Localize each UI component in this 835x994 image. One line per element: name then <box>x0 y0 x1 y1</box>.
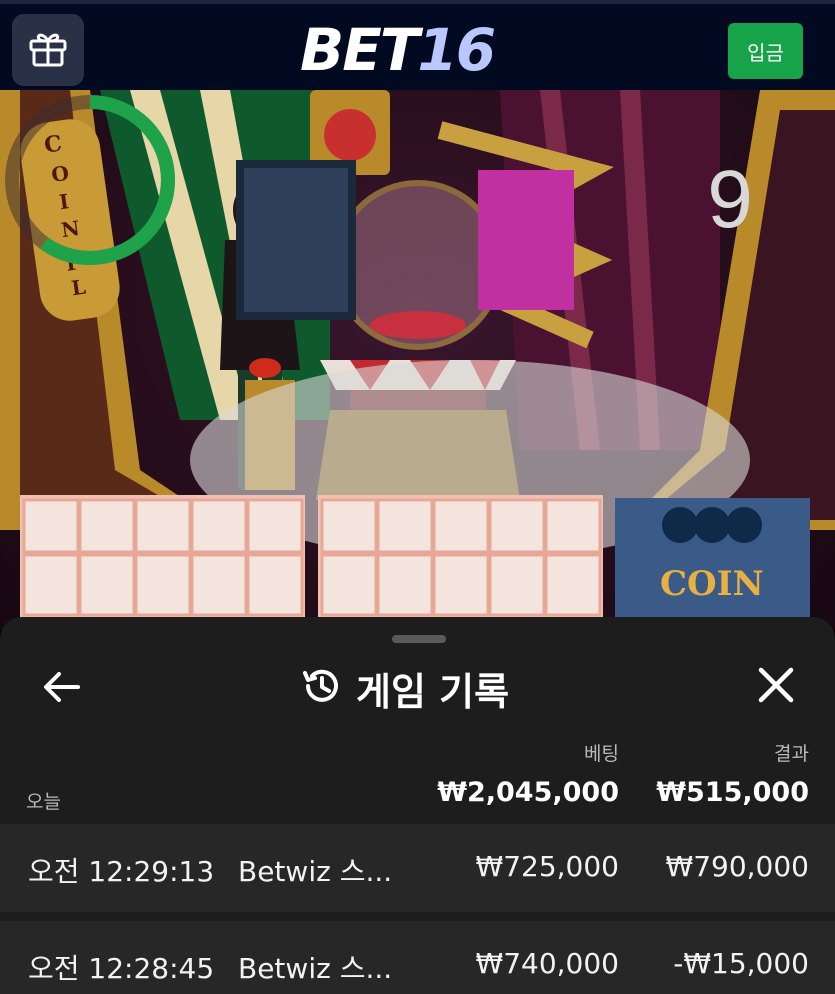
countdown-timer-ring <box>5 95 175 265</box>
close-button[interactable] <box>752 665 800 709</box>
coin-flip-ticket: COIN <box>615 498 810 630</box>
side-screen <box>478 170 574 310</box>
gift-icon <box>26 26 70 74</box>
row-bet: ₩740,000 <box>475 947 619 980</box>
logo-bet-text: BET <box>300 16 419 84</box>
bet-column-header: 베팅 <box>584 743 619 765</box>
cash-hunt-board <box>236 160 356 320</box>
row-result: ₩790,000 <box>665 850 809 883</box>
close-icon <box>757 666 795 708</box>
today-label: 오늘 <box>26 791 61 813</box>
live-game-video: C O I N F L COIN 9 <box>0 90 835 630</box>
today-total-result: ₩515,000 <box>656 777 809 808</box>
drag-handle[interactable] <box>392 635 446 643</box>
countdown-number: 9 <box>707 154 753 245</box>
back-button[interactable] <box>38 667 86 711</box>
panel-title: 게임 기록 <box>356 669 510 714</box>
row-time: 오전 12:29:13 <box>28 855 215 888</box>
today-total-bet: ₩2,045,000 <box>437 777 619 808</box>
history-row[interactable]: 오전 12:29:13 Betwiz 스... ₩725,000 ₩790,00… <box>0 824 835 912</box>
svg-text:COIN: COIN <box>660 564 764 604</box>
bet-board-middle <box>318 495 603 630</box>
game-history-panel: 게임 기록 베팅 결과 오늘 ₩2,045,000 ₩515,000 오전 12… <box>0 617 835 994</box>
top-header: BET16 입금 <box>0 0 835 90</box>
row-bet: ₩725,000 <box>475 850 619 883</box>
row-time: 오전 12:28:45 <box>28 952 215 985</box>
history-icon <box>300 665 342 711</box>
history-row[interactable]: 오전 12:28:45 Betwiz 스... ₩740,000 -₩15,00… <box>0 921 835 994</box>
row-game: Betwiz 스... <box>238 855 393 888</box>
result-column-header: 결과 <box>774 743 809 765</box>
panel-header: 게임 기록 <box>300 661 509 715</box>
arrow-left-icon <box>42 669 82 709</box>
row-game: Betwiz 스... <box>238 952 393 985</box>
row-result: -₩15,000 <box>673 947 809 980</box>
gift-button[interactable] <box>12 14 84 86</box>
bet-board-left <box>20 495 305 630</box>
site-logo[interactable]: BET16 <box>300 16 496 84</box>
logo-number-text: 16 <box>417 16 496 84</box>
deposit-button[interactable]: 입금 <box>728 23 803 79</box>
